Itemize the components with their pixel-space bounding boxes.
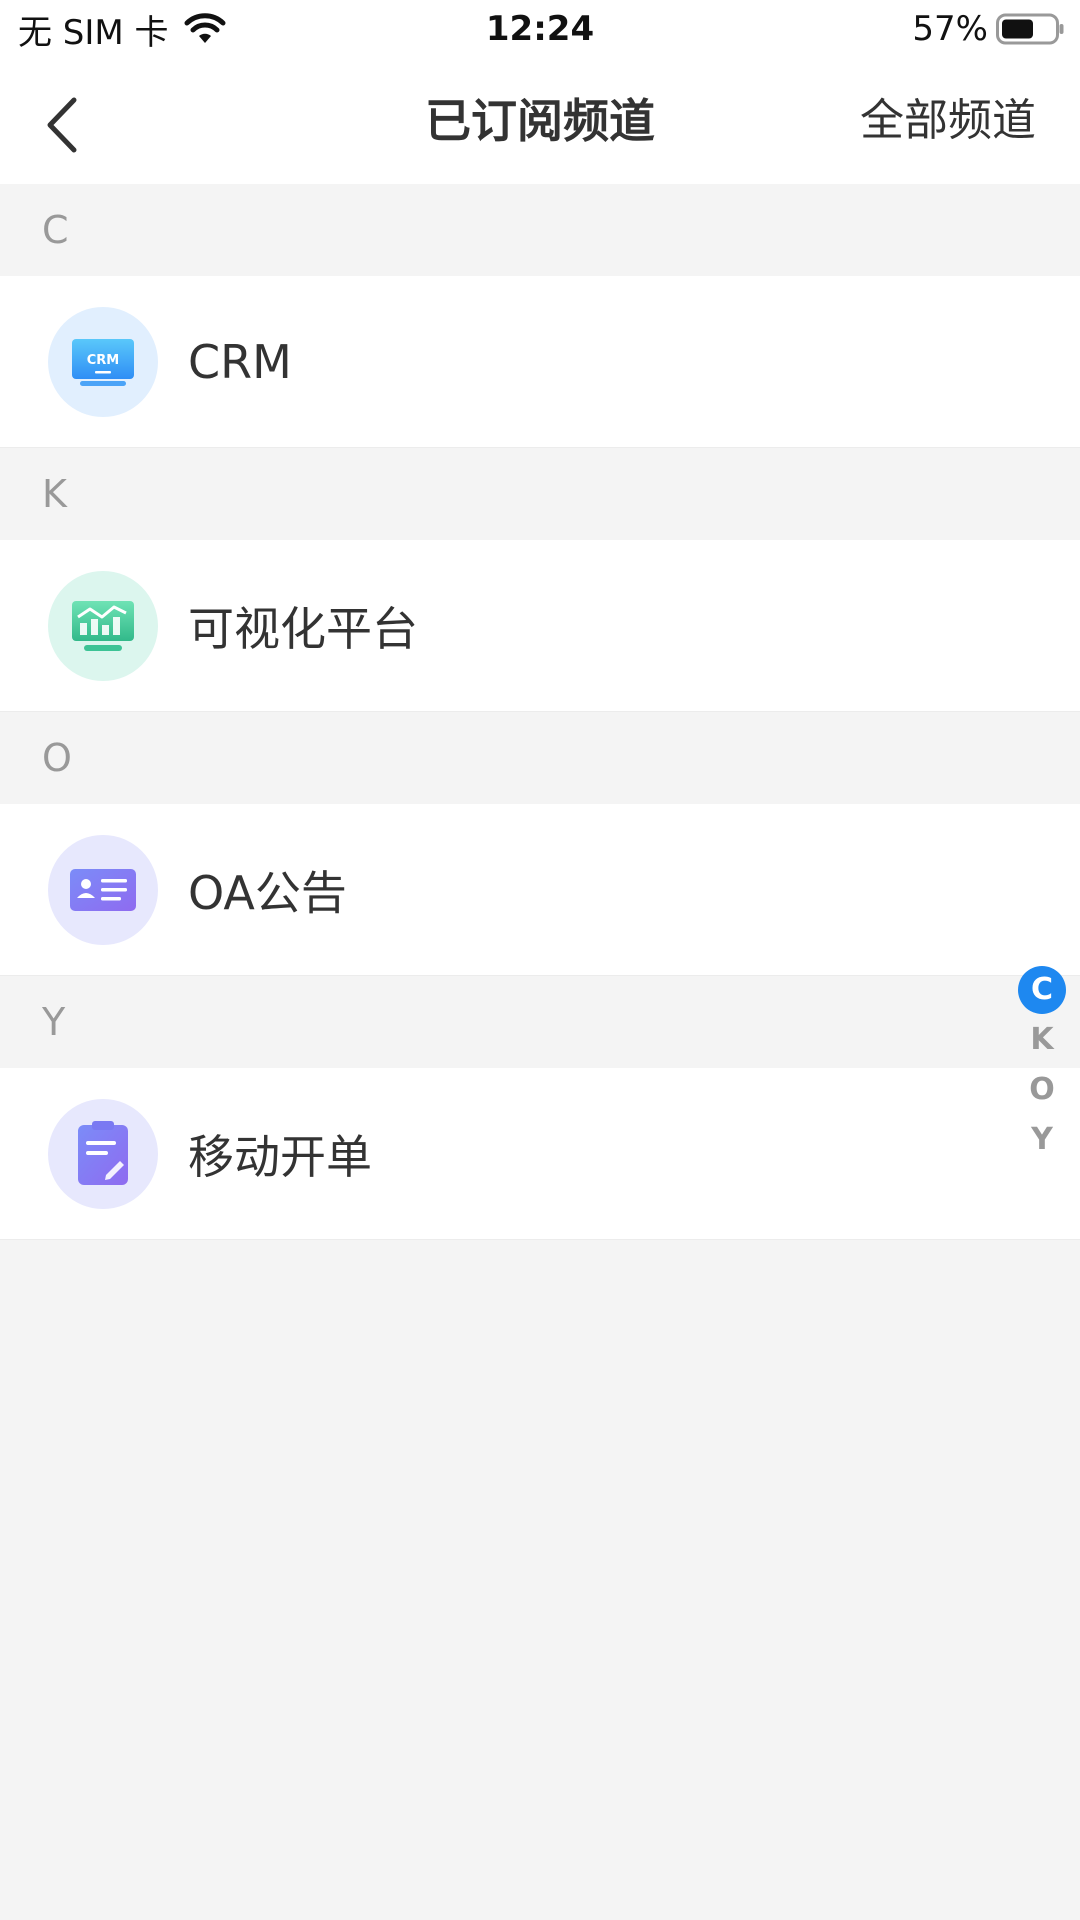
channel-item-crm[interactable]: CRM CRM — [0, 276, 1080, 448]
index-letter-k[interactable]: K — [1018, 1016, 1066, 1064]
index-letter-c[interactable]: C — [1018, 966, 1066, 1014]
section-header-o: O — [0, 712, 1080, 804]
battery-percent: 57% — [912, 9, 988, 49]
clipboard-edit-icon — [48, 1098, 158, 1209]
section-header-y: Y — [0, 976, 1080, 1068]
index-letter-o[interactable]: O — [1018, 1066, 1066, 1114]
all-channels-button[interactable]: 全部频道 — [860, 58, 1036, 184]
crm-monitor-icon: CRM — [48, 306, 158, 417]
section-header-c: C — [0, 184, 1080, 276]
alphabet-index-bar: C K O Y — [1016, 966, 1068, 1166]
channel-label: 移动开单 — [188, 1129, 372, 1184]
status-bar: 无 SIM 卡 12:24 57% — [0, 0, 1080, 58]
channel-label: OA公告 — [188, 865, 347, 920]
channel-label: 可视化平台 — [188, 601, 418, 656]
channel-list: C CRM CRM K 可视化平台 O OA公告 Y 移动开单 — [0, 184, 1080, 1240]
chart-monitor-icon — [48, 570, 158, 681]
battery-icon — [996, 13, 1064, 45]
nav-bar: 已订阅频道 全部频道 — [0, 58, 1080, 184]
channel-item-mobile-order[interactable]: 移动开单 — [0, 1068, 1080, 1240]
channel-item-visualization[interactable]: 可视化平台 — [0, 540, 1080, 712]
channel-item-oa[interactable]: OA公告 — [0, 804, 1080, 976]
index-letter-y[interactable]: Y — [1018, 1116, 1066, 1164]
svg-text:CRM: CRM — [87, 353, 120, 368]
section-header-k: K — [0, 448, 1080, 540]
id-card-icon — [48, 834, 158, 945]
status-right: 57% — [912, 6, 1064, 52]
channel-label: CRM — [188, 334, 292, 389]
